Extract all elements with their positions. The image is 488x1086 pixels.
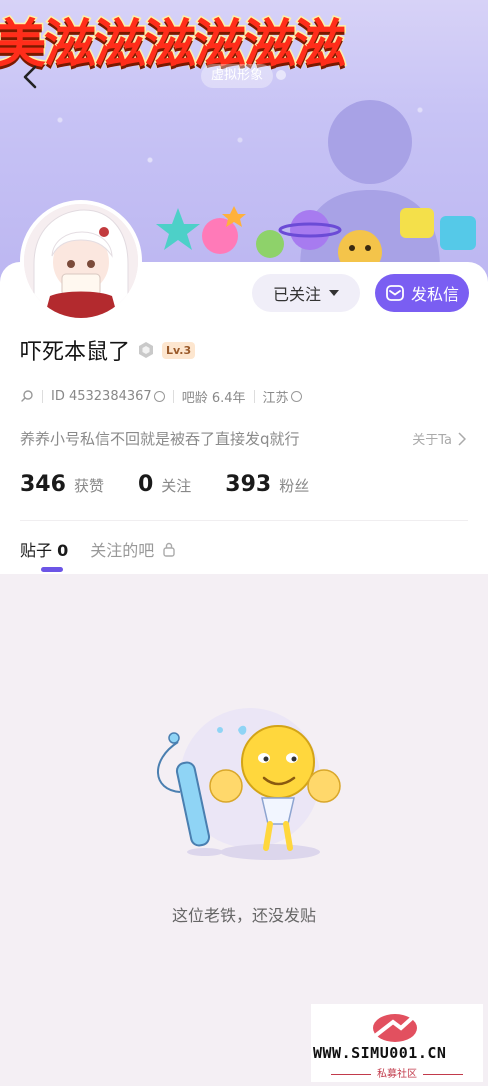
stat-following-value: 0: [137, 472, 154, 497]
active-tab-indicator: [41, 567, 63, 572]
copy-icon[interactable]: [153, 390, 165, 402]
username: 吓死本鼠了: [20, 340, 131, 365]
level-tag: Lv.3: [162, 341, 196, 359]
tab-posts[interactable]: 贴子 0: [20, 537, 68, 561]
send-message-label: 发私信: [410, 285, 459, 304]
watermark-logo-icon: [373, 1006, 425, 1042]
profile-meta: ID 4532384367 吧龄 6.4年 江苏: [20, 386, 302, 406]
back-arrow-icon[interactable]: [16, 62, 46, 92]
section-divider: [20, 520, 468, 521]
site-watermark: WWW.SIMU001.CN 私募社区: [311, 1004, 483, 1082]
search-icon: [21, 390, 33, 402]
stat-fans[interactable]: 393 粉丝: [225, 472, 309, 497]
meta-divider: [253, 389, 255, 403]
stat-following-label: 关注: [161, 477, 192, 495]
bar-age: 吧龄 6.4年: [181, 390, 246, 406]
user-bio: 养养小号私信不回就是被吞了直接发q就行: [20, 430, 300, 448]
chevron-right-icon: [458, 431, 466, 446]
virtual-avatar-button[interactable]: 虚拟形象: [201, 64, 274, 88]
watermark-subtitle: 私募社区: [311, 1065, 483, 1080]
tab-posts-count: 0: [57, 541, 69, 560]
user-id: ID 4532384367: [51, 388, 152, 404]
stat-fans-value: 393: [225, 472, 272, 497]
chevron-down-icon: [329, 290, 339, 296]
send-message-button[interactable]: 发私信: [375, 274, 469, 312]
empty-state-message: 这位老铁，还没发贴: [171, 906, 316, 925]
banner-headline: 美滋滋滋滋滋滋: [0, 14, 348, 77]
tab-followed-bars-label: 关注的吧: [90, 541, 155, 560]
profile-tabs: 贴子 0 关注的吧: [20, 537, 176, 561]
followed-button[interactable]: 已关注: [252, 274, 360, 312]
stat-likes-value: 346: [20, 472, 66, 497]
stat-following[interactable]: 0 关注: [138, 472, 191, 497]
meta-divider: [42, 389, 43, 403]
virtual-avatar-dot: [276, 70, 286, 80]
tab-followed-bars[interactable]: 关注的吧: [90, 537, 176, 561]
stat-fans-label: 粉丝: [279, 477, 310, 495]
help-icon[interactable]: [290, 390, 302, 402]
stat-likes-label: 获赞: [73, 477, 104, 495]
tab-posts-label: 贴子: [20, 541, 53, 560]
user-location: 江苏: [262, 390, 289, 406]
message-icon: [386, 285, 404, 301]
lock-icon: [163, 542, 175, 557]
avatar-illustration: [24, 204, 138, 318]
stats-row: 346 获赞 0 关注 393 粉丝: [20, 472, 343, 497]
about-link[interactable]: 关于Ta: [412, 429, 466, 448]
stat-likes[interactable]: 346 获赞: [20, 472, 104, 497]
watermark-site: WWW.SIMU001.CN: [313, 1044, 447, 1062]
empty-state-illustration: [157, 708, 341, 860]
username-row: 吓死本鼠了 Lv.3: [20, 334, 196, 366]
level-badge-icon: [139, 342, 154, 358]
followed-button-label: 已关注: [272, 285, 321, 304]
about-label: 关于Ta: [412, 433, 452, 448]
user-avatar[interactable]: [20, 200, 142, 322]
meta-divider: [172, 389, 174, 403]
banner-doodles: [156, 206, 476, 270]
